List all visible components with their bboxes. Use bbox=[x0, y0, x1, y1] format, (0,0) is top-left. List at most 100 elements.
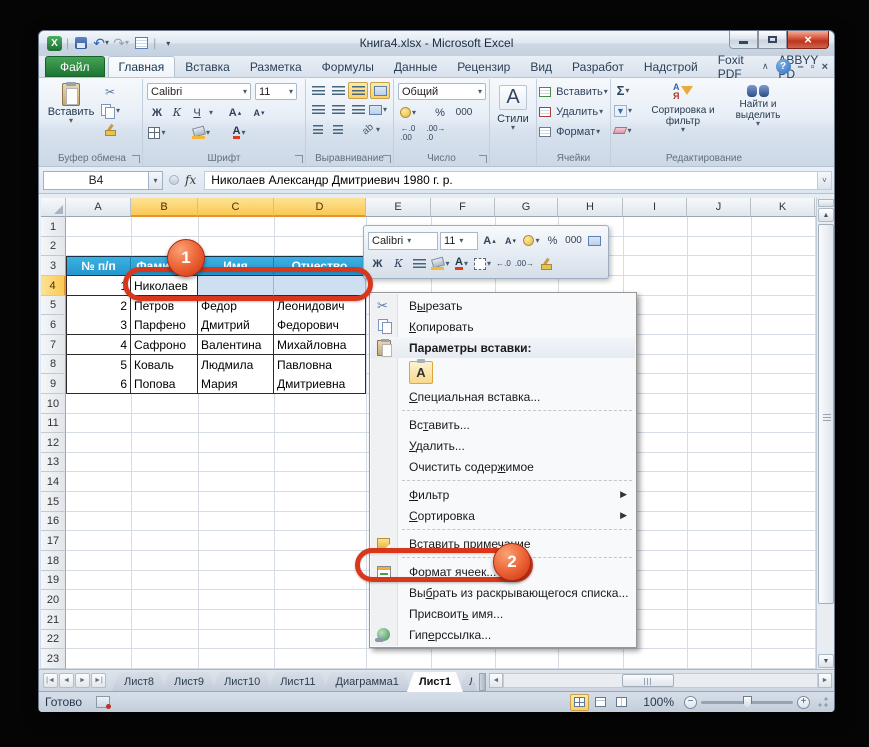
sheet-nav-first-button[interactable]: |◄ bbox=[43, 673, 58, 688]
cell-B6[interactable]: Парфено bbox=[131, 315, 198, 335]
insert-function-button[interactable]: fx bbox=[185, 173, 196, 187]
hscroll-left-button[interactable]: ◄ bbox=[488, 673, 503, 688]
workbook-close-button[interactable]: × bbox=[822, 61, 828, 73]
delete-cells-button[interactable]: Удалить ▾ bbox=[539, 103, 609, 120]
minimize-button[interactable] bbox=[729, 31, 758, 49]
context-menu-item-define-name[interactable]: Присвоить имя... bbox=[371, 603, 635, 624]
cell-B9[interactable]: Попова bbox=[131, 374, 198, 394]
copy-button[interactable]: ▾ bbox=[100, 102, 120, 119]
column-header-K[interactable]: K bbox=[751, 198, 815, 217]
row-header-1[interactable]: 1 bbox=[41, 217, 66, 237]
mini-comma-button[interactable]: 000 bbox=[564, 232, 583, 250]
row-header-17[interactable]: 17 bbox=[41, 531, 66, 551]
ribbon-tab-Формулы[interactable]: Формулы bbox=[312, 56, 384, 77]
help-icon[interactable]: ? bbox=[775, 59, 791, 74]
row-header-18[interactable]: 18 bbox=[41, 551, 66, 571]
ribbon-tab-Вид[interactable]: Вид bbox=[520, 56, 562, 77]
row-header-21[interactable]: 21 bbox=[41, 610, 66, 630]
row-header-5[interactable]: 5 bbox=[41, 296, 66, 315]
cell-B7[interactable]: Сафроно bbox=[131, 335, 198, 355]
clipboard-dialog-launcher[interactable] bbox=[132, 155, 140, 163]
row-header-23[interactable]: 23 bbox=[41, 649, 66, 669]
accounting-format-button[interactable]: ▾ bbox=[398, 104, 418, 121]
context-menu-item-delete[interactable]: Удалить... bbox=[371, 435, 635, 456]
mini-italic-button[interactable]: К bbox=[389, 255, 408, 273]
close-button[interactable]: × bbox=[787, 31, 829, 49]
vertical-split-box[interactable] bbox=[818, 199, 834, 207]
horizontal-scroll-thumb[interactable] bbox=[621, 674, 674, 687]
bold-button[interactable]: Ж bbox=[147, 104, 167, 121]
name-box-dropdown[interactable]: ▾ bbox=[149, 170, 163, 190]
styles-button[interactable]: А Стили ▾ bbox=[494, 85, 532, 132]
formula-input[interactable]: Николаев Александр Дмитриевич 1980 г. р. bbox=[204, 170, 817, 190]
find-select-button[interactable]: Найти и выделить ▾ bbox=[723, 83, 793, 128]
shrink-font-button[interactable]: А ▾ bbox=[249, 104, 269, 121]
cell-B8[interactable]: Коваль bbox=[131, 355, 198, 375]
clear-button[interactable]: ▾ bbox=[613, 122, 633, 139]
comma-style-button[interactable]: 000 bbox=[454, 104, 474, 121]
mini-font-family-select[interactable]: Calibri ▾ bbox=[368, 231, 438, 250]
font-size-select[interactable]: 11 ▾ bbox=[255, 83, 297, 100]
row-header-19[interactable]: 19 bbox=[41, 571, 66, 590]
mini-format-painter-button[interactable] bbox=[536, 255, 555, 273]
workbook-restore-button[interactable]: ▫ bbox=[811, 61, 815, 73]
column-header-I[interactable]: I bbox=[623, 198, 687, 217]
vertical-scroll-thumb[interactable] bbox=[818, 224, 834, 604]
align-top-button[interactable] bbox=[308, 82, 328, 99]
orientation-dropdown[interactable]: ▾ bbox=[376, 126, 380, 134]
row-header-12[interactable]: 12 bbox=[41, 433, 66, 453]
normal-view-button[interactable] bbox=[570, 693, 590, 711]
row-header-9[interactable]: 9 bbox=[41, 374, 66, 394]
cell-D6[interactable]: Федорович bbox=[274, 315, 366, 335]
alignment-dialog-launcher[interactable] bbox=[383, 155, 391, 163]
horizontal-scrollbar[interactable] bbox=[502, 673, 818, 688]
tab-split-handle[interactable] bbox=[478, 673, 486, 691]
row-header-13[interactable]: 13 bbox=[41, 453, 66, 472]
cell-C6[interactable]: Дмитрий bbox=[198, 315, 274, 335]
align-bottom-button[interactable] bbox=[348, 82, 368, 99]
cell-C7[interactable]: Валентина bbox=[198, 335, 274, 355]
ribbon-tab-Рецензир[interactable]: Рецензир bbox=[447, 56, 520, 77]
fill-color-button[interactable]: ▾ bbox=[191, 124, 211, 141]
italic-button[interactable]: К bbox=[167, 104, 187, 121]
context-menu-item-filter[interactable]: Фильтр ▶ bbox=[371, 484, 635, 505]
ribbon-tab-Данные[interactable]: Данные bbox=[384, 56, 447, 77]
sheet-tab-Лист8[interactable]: Лист8 bbox=[112, 672, 166, 691]
cell-C8[interactable]: Людмила bbox=[198, 355, 274, 375]
ribbon-tab-Главная[interactable]: Главная bbox=[107, 56, 176, 77]
cut-button[interactable]: ✂ bbox=[100, 83, 120, 100]
mini-merge-center-button[interactable] bbox=[585, 232, 604, 250]
align-right-button[interactable] bbox=[348, 101, 368, 118]
mini-decrease-decimal-button[interactable]: .00→ bbox=[515, 255, 534, 273]
merge-center-button[interactable]: ▾ bbox=[368, 101, 388, 118]
sheet-tab-Лист1[interactable]: Лист1 bbox=[407, 672, 463, 692]
ribbon-tab-Разработ[interactable]: Разработ bbox=[562, 56, 634, 77]
font-dialog-launcher[interactable] bbox=[295, 155, 303, 163]
scroll-up-button[interactable]: ▲ bbox=[818, 208, 834, 222]
sheet-nav-prev-button[interactable]: ◄ bbox=[59, 673, 74, 688]
grow-font-button[interactable]: А ▴ bbox=[225, 104, 245, 121]
vertical-scrollbar[interactable]: ▲ ▼ bbox=[816, 198, 834, 669]
column-header-H[interactable]: H bbox=[558, 198, 623, 217]
sheet-tab-Лист9[interactable]: Лист9 bbox=[162, 672, 216, 691]
mini-center-button[interactable] bbox=[410, 255, 429, 273]
cell-A6[interactable]: 3 bbox=[66, 315, 131, 335]
page-break-view-button[interactable] bbox=[612, 694, 631, 711]
zoom-out-button[interactable]: − bbox=[684, 695, 697, 709]
cell-A4[interactable]: 1 bbox=[66, 276, 131, 296]
expand-formula-bar-button[interactable]: ˅ bbox=[817, 170, 832, 190]
align-left-button[interactable] bbox=[308, 101, 328, 118]
cell-C9[interactable]: Мария bbox=[198, 374, 274, 394]
column-header-C[interactable]: C bbox=[198, 198, 274, 217]
number-format-select[interactable]: Общий ▾ bbox=[398, 83, 486, 100]
increase-decimal-button[interactable]: ←.0.00 bbox=[398, 124, 418, 142]
context-menu-item-clear-contents[interactable]: Очистить содержимое bbox=[371, 456, 635, 477]
mini-percent-button[interactable]: % bbox=[543, 232, 562, 250]
borders-button[interactable]: ▾ bbox=[147, 124, 167, 141]
align-middle-button[interactable] bbox=[328, 82, 348, 99]
context-menu-item-paste-special[interactable]: Специальная вставка... bbox=[371, 386, 635, 407]
row-header-2[interactable]: 2 bbox=[41, 237, 66, 256]
cell-A8[interactable]: 5 bbox=[66, 355, 131, 375]
mini-borders-button[interactable]: ▾ bbox=[473, 255, 492, 273]
mini-increase-decimal-button[interactable]: ←.0 bbox=[494, 255, 513, 273]
